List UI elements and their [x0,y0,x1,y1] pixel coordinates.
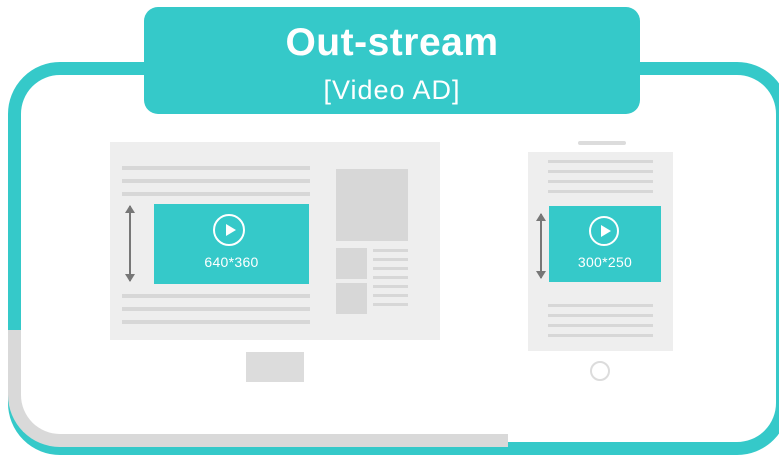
phone-speaker [578,141,626,145]
title-sub: [Video AD] [323,75,461,105]
play-icon [589,216,619,246]
text-line [122,294,310,298]
play-icon [213,214,245,246]
text-line [548,324,653,327]
vertical-double-arrow-icon [125,205,135,282]
text-line [548,180,653,183]
text-line [122,166,310,170]
desktop-monitor-screen: 640*360 [110,142,440,340]
sidebar-text-line [373,258,408,261]
sidebar-text-line [373,276,408,279]
sidebar-text-line [373,267,408,270]
mobile-ad-size: 300*250 [577,254,633,270]
title-tab: Out-stream [Video AD] [144,7,640,114]
sidebar-thumb-placeholder [336,248,367,279]
title-main: Out-stream [285,21,499,64]
text-line [122,179,310,183]
text-line [548,170,653,173]
mobile-phone-screen: 300*250 [528,152,673,351]
sidebar-text-line [373,294,408,297]
text-line [122,307,310,311]
vertical-double-arrow-icon [536,213,546,279]
desktop-ad-size: 640*360 [204,254,259,270]
text-line [548,304,653,307]
phone-home-button [590,361,610,381]
desktop-video-ad: 640*360 [154,204,309,284]
text-line [548,190,653,193]
sidebar-image-placeholder [336,169,408,241]
mobile-video-ad: 300*250 [549,206,661,282]
text-line [548,334,653,337]
desktop-monitor-stand [246,352,304,382]
sidebar-thumb-placeholder [336,283,367,314]
text-line [548,314,653,317]
sidebar-text-line [373,249,408,252]
text-line [122,192,310,196]
sidebar-text-line [373,303,408,306]
text-line [548,160,653,163]
text-line [122,320,310,324]
sidebar-text-line [373,285,408,288]
